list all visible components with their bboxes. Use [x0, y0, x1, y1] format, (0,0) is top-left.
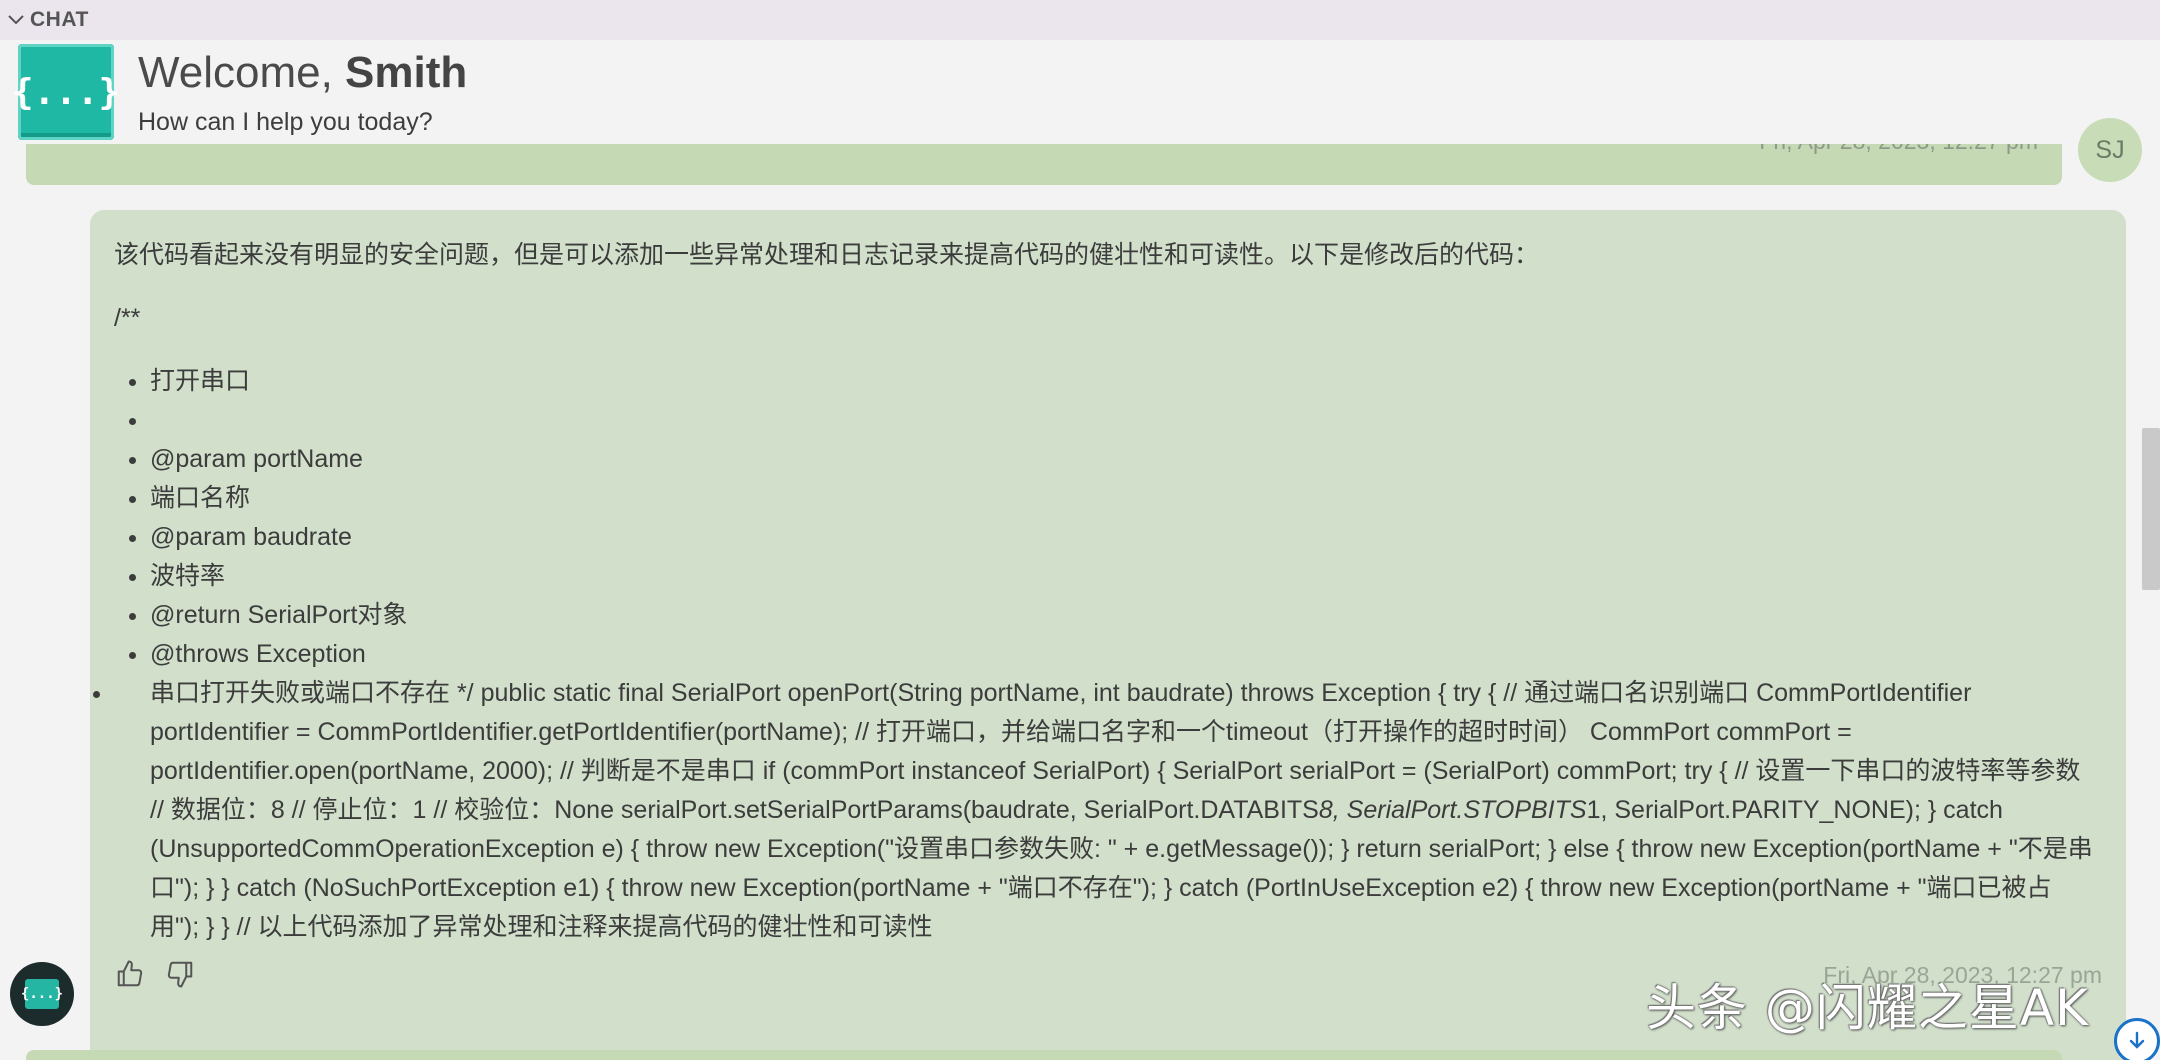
welcome-banner: {...} Welcome, Smith How can I help you … [0, 40, 2160, 144]
arrow-down-circle-icon[interactable] [2114, 1018, 2160, 1060]
assistant-avatar-logo: {...} [21, 979, 63, 1009]
code-text-italic: 8, SerialPort.STOPBITS [1318, 796, 1587, 824]
thumbs-up-icon[interactable] [114, 958, 146, 990]
assistant-message-content: 该代码看起来没有明显的安全问题，但是可以添加一些异常处理和日志记录来提高代码的健… [114, 236, 2098, 947]
list-item [150, 401, 2098, 440]
list-item: @param baudrate [150, 518, 2098, 557]
code-list-item: 串口打开失败或端口不存在 */ public static final Seri… [114, 674, 2098, 947]
next-message-bubble [26, 1050, 2062, 1060]
list-item: @return SerialPort对象 [150, 596, 2098, 635]
chevron-down-icon[interactable] [2, 0, 30, 40]
user-message-timestamp: Fri, Apr 28, 2023, 12:27 pm [1759, 144, 2038, 155]
comment-start-text: /** [114, 304, 141, 332]
feedback-buttons [114, 958, 196, 990]
list-item: 打开串口 [150, 362, 2098, 401]
user-message-bubble: Fri, Apr 28, 2023, 12:27 pm [26, 144, 2062, 185]
assistant-intro-text: 该代码看起来没有明显的安全问题，但是可以添加一些异常处理和日志记录来提高代码的健… [114, 241, 1540, 269]
welcome-user-name: Smith [345, 48, 468, 97]
thumbs-down-icon[interactable] [164, 958, 196, 990]
list-item: 端口名称 [150, 479, 2098, 518]
welcome-subtitle: How can I help you today? [138, 108, 433, 136]
doc-comment-list: 打开串口 @param portName 端口名称 @param baudrat… [114, 362, 2098, 947]
vertical-scrollbar[interactable] [2142, 428, 2160, 590]
list-item: @throws Exception [150, 635, 2098, 674]
welcome-title: Welcome, Smith [138, 48, 467, 98]
watermark: 头条 @闪耀之星AK [1646, 979, 2089, 1037]
user-avatar: SJ [2078, 118, 2142, 182]
list-item: @param portName [150, 440, 2098, 479]
chat-section-title: CHAT [30, 8, 89, 31]
assistant-avatar: {...} [10, 962, 74, 1026]
app-logo: {...} [12, 44, 120, 140]
assistant-message-bubble: 该代码看起来没有明显的安全问题，但是可以添加一些异常处理和日志记录来提高代码的健… [90, 210, 2126, 1060]
list-item: 波特率 [150, 557, 2098, 596]
chat-section-header[interactable]: CHAT [0, 0, 2160, 40]
chat-view: CHAT {...} Welcome, Smith How can I help… [0, 0, 2160, 1060]
welcome-greeting: Welcome, [138, 48, 333, 97]
